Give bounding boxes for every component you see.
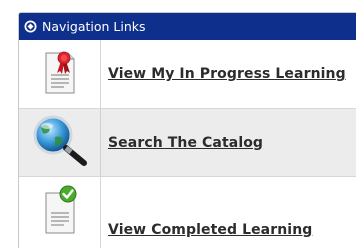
nav-item-search-catalog[interactable]: Search The Catalog <box>19 109 356 177</box>
navigation-links-panel: Navigation Links View My In Progress Lea… <box>18 12 356 248</box>
view-in-progress-learning-link[interactable]: View My In Progress Learning <box>108 66 346 82</box>
nav-item-icon-cell <box>19 109 101 176</box>
panel-header: Navigation Links <box>19 13 356 40</box>
view-completed-learning-link[interactable]: View Completed Learning <box>108 222 312 238</box>
nav-item-in-progress[interactable]: View My In Progress Learning <box>19 40 356 109</box>
navigation-compass-icon <box>24 20 37 33</box>
panel-title: Navigation Links <box>42 19 146 34</box>
document-checkmark-icon <box>40 185 80 239</box>
nav-item-icon-cell <box>19 40 101 108</box>
search-catalog-link[interactable]: Search The Catalog <box>108 135 263 151</box>
nav-link-cell: Search The Catalog <box>101 109 263 176</box>
nav-link-cell: View Completed Learning <box>101 177 312 248</box>
certificate-ribbon-icon <box>40 47 80 101</box>
globe-magnifier-icon <box>29 113 91 173</box>
nav-item-icon-cell <box>19 177 101 248</box>
nav-item-completed[interactable]: View Completed Learning <box>19 177 356 248</box>
nav-link-cell: View My In Progress Learning <box>101 40 346 108</box>
